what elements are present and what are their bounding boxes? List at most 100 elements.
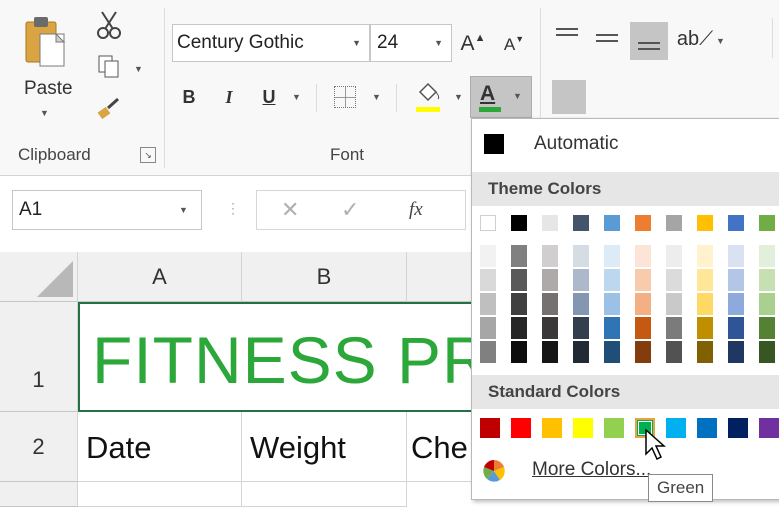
cut-icon[interactable] xyxy=(92,8,126,42)
theme-shade-swatch[interactable] xyxy=(635,293,651,315)
more-colors-option[interactable]: More Colors... xyxy=(472,451,779,491)
theme-shade-swatch[interactable] xyxy=(728,317,744,339)
theme-shade-swatch[interactable] xyxy=(666,245,682,267)
theme-color-swatch[interactable] xyxy=(759,215,775,231)
orientation-icon[interactable]: ab⟋ xyxy=(677,24,713,54)
cell-b2[interactable]: Weight xyxy=(242,412,407,482)
cell-a2[interactable]: Date xyxy=(78,412,242,482)
theme-shade-swatch[interactable] xyxy=(511,269,527,291)
theme-shade-swatch[interactable] xyxy=(542,341,558,363)
bottom-align-icon[interactable] xyxy=(630,22,668,60)
standard-color-swatch[interactable] xyxy=(697,418,717,438)
row-header-3[interactable] xyxy=(0,482,78,507)
column-header-b[interactable]: B xyxy=(242,252,407,302)
theme-shade-swatch[interactable] xyxy=(759,317,775,339)
theme-shade-swatch[interactable] xyxy=(604,341,620,363)
theme-shade-swatch[interactable] xyxy=(635,245,651,267)
theme-shade-swatch[interactable] xyxy=(604,293,620,315)
theme-shade-swatch[interactable] xyxy=(728,269,744,291)
standard-color-swatch[interactable] xyxy=(573,418,593,438)
standard-color-swatch[interactable] xyxy=(511,418,531,438)
theme-shade-swatch[interactable] xyxy=(542,269,558,291)
row-header-1[interactable]: 1 xyxy=(0,302,78,412)
theme-color-swatch[interactable] xyxy=(635,215,651,231)
formula-bar-grip-icon[interactable]: ⋮ xyxy=(226,200,240,217)
theme-shade-swatch[interactable] xyxy=(759,341,775,363)
theme-shade-swatch[interactable] xyxy=(728,341,744,363)
theme-shade-swatch[interactable] xyxy=(635,269,651,291)
standard-color-swatch[interactable] xyxy=(480,418,500,438)
theme-shade-swatch[interactable] xyxy=(511,245,527,267)
theme-shade-swatch[interactable] xyxy=(759,293,775,315)
theme-shade-swatch[interactable] xyxy=(604,317,620,339)
theme-shade-swatch[interactable] xyxy=(728,293,744,315)
select-all-corner[interactable] xyxy=(0,252,78,302)
theme-shade-swatch[interactable] xyxy=(666,269,682,291)
theme-shade-swatch[interactable] xyxy=(511,341,527,363)
borders-icon[interactable] xyxy=(334,86,356,108)
copy-chevron-down-icon[interactable]: ▼ xyxy=(134,64,143,74)
theme-shade-swatch[interactable] xyxy=(697,317,713,339)
align-left-icon[interactable] xyxy=(552,80,586,114)
font-color-button[interactable]: A ▼ xyxy=(470,76,532,118)
theme-shade-swatch[interactable] xyxy=(480,341,496,363)
format-painter-icon[interactable] xyxy=(92,92,126,124)
underline-button[interactable]: U xyxy=(256,82,282,112)
theme-shade-swatch[interactable] xyxy=(573,293,589,315)
shrink-font-button[interactable]: A ▼ xyxy=(500,30,528,60)
standard-color-swatch[interactable] xyxy=(542,418,562,438)
row-header-2[interactable]: 2 xyxy=(0,412,78,482)
theme-shade-swatch[interactable] xyxy=(542,317,558,339)
theme-shade-swatch[interactable] xyxy=(697,293,713,315)
insert-function-icon[interactable]: fx xyxy=(409,199,423,221)
theme-shade-swatch[interactable] xyxy=(480,269,496,291)
theme-shade-swatch[interactable] xyxy=(542,245,558,267)
orientation-chevron-down-icon[interactable]: ▼ xyxy=(716,36,725,46)
theme-color-swatch[interactable] xyxy=(728,215,744,231)
name-box[interactable]: A1 ▼ xyxy=(12,190,202,230)
middle-align-icon[interactable] xyxy=(596,26,618,46)
theme-shade-swatch[interactable] xyxy=(697,269,713,291)
font-size-combobox[interactable]: 24 ▼ xyxy=(370,24,452,62)
cell-b3[interactable] xyxy=(242,482,407,507)
top-align-icon[interactable] xyxy=(556,26,578,46)
theme-color-swatch[interactable] xyxy=(480,215,496,231)
theme-shade-swatch[interactable] xyxy=(759,245,775,267)
theme-shade-swatch[interactable] xyxy=(635,341,651,363)
standard-color-swatch[interactable] xyxy=(666,418,686,438)
theme-shade-swatch[interactable] xyxy=(728,245,744,267)
theme-shade-swatch[interactable] xyxy=(480,317,496,339)
theme-color-swatch[interactable] xyxy=(542,215,558,231)
theme-shade-swatch[interactable] xyxy=(573,317,589,339)
underline-chevron-down-icon[interactable]: ▼ xyxy=(292,92,301,102)
theme-shade-swatch[interactable] xyxy=(604,269,620,291)
automatic-option[interactable]: Automatic xyxy=(472,119,779,167)
bold-button[interactable]: B xyxy=(176,82,202,112)
theme-shade-swatch[interactable] xyxy=(697,245,713,267)
theme-color-swatch[interactable] xyxy=(666,215,682,231)
cell-a3[interactable] xyxy=(78,482,242,507)
standard-color-swatch[interactable] xyxy=(728,418,748,438)
standard-color-swatch[interactable] xyxy=(759,418,779,438)
theme-shade-swatch[interactable] xyxy=(480,245,496,267)
theme-color-swatch[interactable] xyxy=(604,215,620,231)
theme-shade-swatch[interactable] xyxy=(573,269,589,291)
theme-shade-swatch[interactable] xyxy=(666,317,682,339)
theme-shade-swatch[interactable] xyxy=(480,293,496,315)
theme-shade-swatch[interactable] xyxy=(759,269,775,291)
theme-shade-swatch[interactable] xyxy=(697,341,713,363)
fill-color-chevron-down-icon[interactable]: ▼ xyxy=(454,92,463,102)
italic-button[interactable]: I xyxy=(216,82,242,112)
theme-color-swatch[interactable] xyxy=(511,215,527,231)
borders-chevron-down-icon[interactable]: ▼ xyxy=(372,92,381,102)
theme-shade-swatch[interactable] xyxy=(666,341,682,363)
theme-shade-swatch[interactable] xyxy=(511,317,527,339)
column-header-a[interactable]: A xyxy=(78,252,242,302)
grow-font-button[interactable]: A ▲ xyxy=(458,28,488,60)
theme-shade-swatch[interactable] xyxy=(542,293,558,315)
theme-color-swatch[interactable] xyxy=(573,215,589,231)
paste-button[interactable]: Paste ▼ xyxy=(18,10,78,130)
fill-color-icon[interactable] xyxy=(414,80,442,114)
enter-icon[interactable]: ✓ xyxy=(341,197,359,223)
theme-shade-swatch[interactable] xyxy=(666,293,682,315)
